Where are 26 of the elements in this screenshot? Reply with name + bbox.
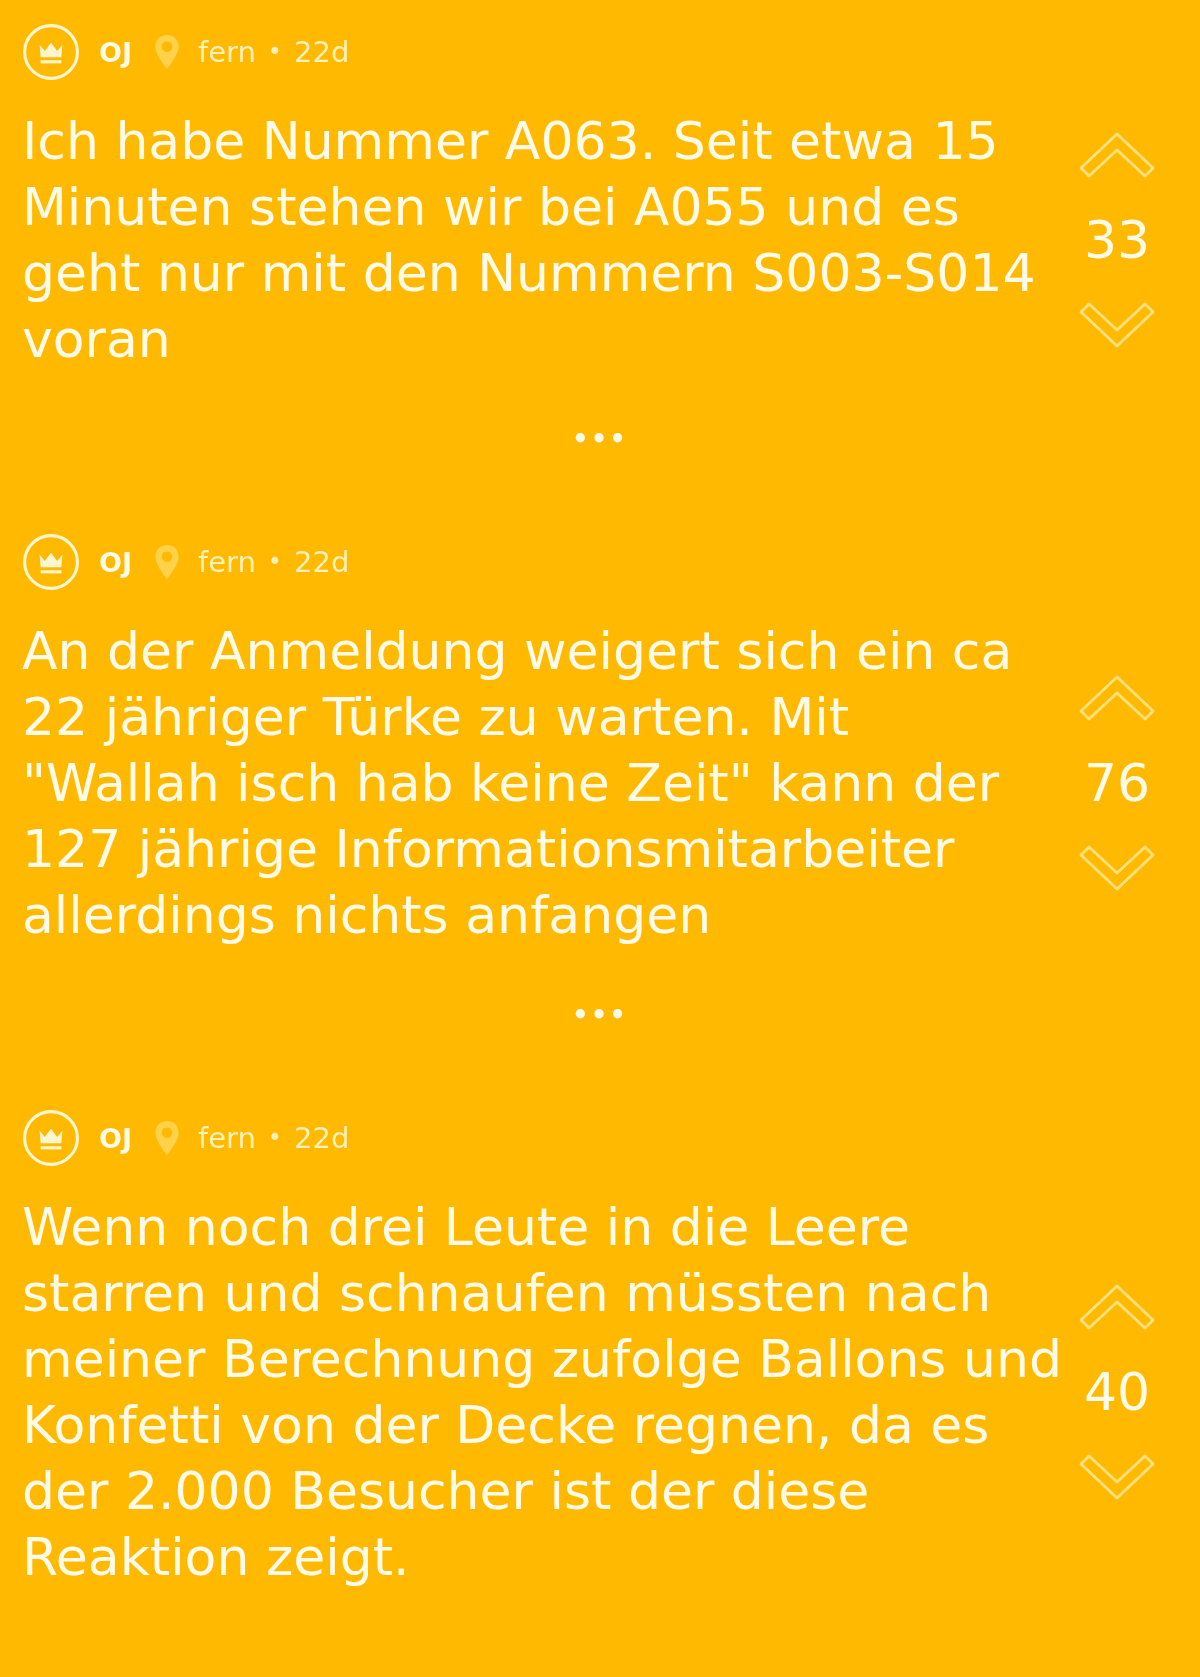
author-name: OJ xyxy=(99,36,132,68)
location-pin-icon xyxy=(154,34,180,70)
location-pin-icon xyxy=(154,544,180,580)
location-label: fern xyxy=(198,35,256,69)
author-name: OJ xyxy=(99,546,132,578)
crown-avatar-icon xyxy=(22,533,80,591)
separator-dot: • xyxy=(267,38,282,66)
crown-avatar-icon xyxy=(22,23,80,81)
more-options-button[interactable]: ••• xyxy=(560,416,640,462)
post-age: 22d xyxy=(294,1121,350,1155)
location-pin-icon xyxy=(154,1120,180,1156)
post-text: Ich habe Nummer A063. Seit etwa 15 Minuten stehen wir bei A055 und es geht nur mit den Nummern S003-S014 voran xyxy=(22,110,1037,371)
location-label: fern xyxy=(198,1121,256,1155)
vote-count: 76 xyxy=(1083,753,1151,813)
crown-avatar-icon xyxy=(22,1109,80,1167)
more-options-button[interactable]: ••• xyxy=(560,992,640,1038)
separator-dot: • xyxy=(267,1124,282,1152)
post-text: An der Anmeldung weigert sich ein ca 22 jähriger Türke zu warten. Mit "Wallah isch hab keine Zeit" kann der 127 jährige Informationsmitarbeiter allerdings nichts anfangen xyxy=(22,620,1014,947)
location-label: fern xyxy=(198,545,256,579)
post-age: 22d xyxy=(294,35,350,69)
post-age: 22d xyxy=(294,545,350,579)
post-text: Wenn noch drei Leute in die Leere starren und schnaufen müssten nach meiner Berechnung zufolge Ballons und Konfetti von der Decke regnen, da es der 2.000 Besucher ist der diese Reaktion zeigt. xyxy=(22,1196,1062,1589)
vote-count: 33 xyxy=(1083,210,1151,270)
separator-dot: • xyxy=(267,548,282,576)
author-name: OJ xyxy=(99,1122,132,1154)
vote-count: 40 xyxy=(1083,1362,1151,1422)
